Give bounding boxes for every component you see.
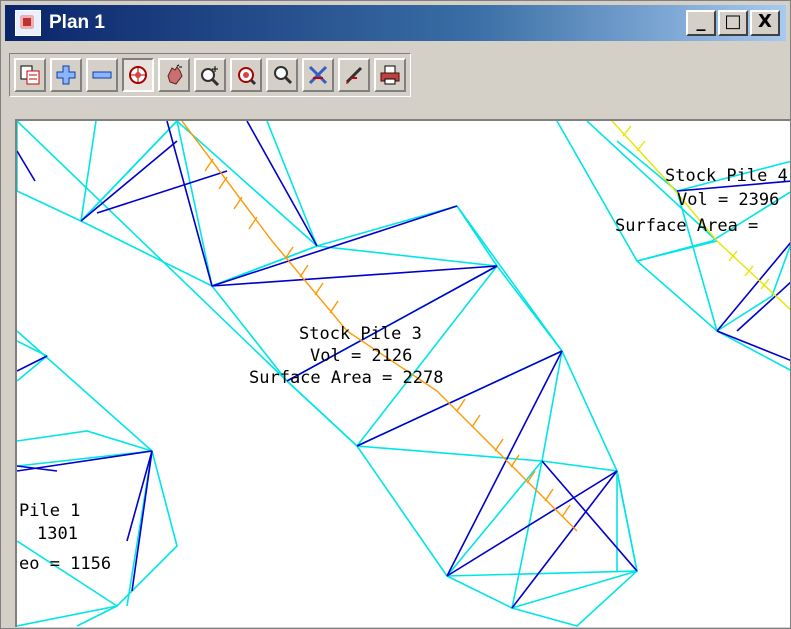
pile-right-volume-label: Vol = 2396: [677, 190, 779, 210]
zoom-in-plus-icon: [56, 65, 76, 85]
zoom-extents-icon: [129, 66, 147, 84]
toolbar: [5, 47, 786, 111]
pile-right-triangles: [556, 121, 790, 371]
close-button[interactable]: X: [750, 10, 780, 36]
title-bar[interactable]: Plan 1 _ □ X: [5, 5, 786, 41]
zoom-center-icon: [238, 67, 257, 86]
zoom-previous-button[interactable]: [266, 58, 298, 92]
clear-cross-icon: [308, 65, 328, 85]
zoom-out-minus-icon: [92, 71, 112, 79]
maximize-button[interactable]: □: [718, 10, 748, 36]
tin-drawing: Stock Pile 3 Vol = 2126 Surface Area = 2…: [17, 121, 790, 627]
pile1-volume-label: 1301: [37, 524, 78, 544]
pick-button[interactable]: [338, 58, 370, 92]
plan-window: Plan 1 _ □ X Stock Pile 3 Vol = 2126 Sur…: [0, 0, 791, 629]
print-icon: [380, 65, 400, 85]
pile1-triangles: [17, 330, 178, 627]
pile3-area-label: Surface Area = 2278: [249, 368, 443, 388]
zoom-center-button[interactable]: [230, 58, 262, 92]
minimize-button[interactable]: _: [686, 10, 716, 36]
zoom-extents-button[interactable]: [122, 58, 154, 92]
pan-button[interactable]: [158, 58, 190, 92]
plot-frame-icon: [20, 65, 40, 85]
app-icon: [15, 10, 41, 36]
pile3-name-label: Stock Pile 3: [299, 324, 422, 344]
window-title: Plan 1: [49, 12, 105, 33]
print-button[interactable]: [374, 58, 406, 92]
zoom-in-button[interactable]: [50, 58, 82, 92]
pile3-volume-label: Vol = 2126: [310, 346, 412, 366]
pile1-area-label: eo = 1156: [19, 554, 111, 574]
toolbar-group: [9, 53, 411, 97]
plot-frame-button[interactable]: [14, 58, 46, 92]
clear-button[interactable]: [302, 58, 334, 92]
pile1-name-label: Pile 1: [19, 501, 80, 521]
zoom-window-button[interactable]: [194, 58, 226, 92]
pile-right-area-label: Surface Area =: [615, 216, 758, 236]
zoom-out-button[interactable]: [86, 58, 118, 92]
pick-pen-icon: [345, 66, 363, 84]
pan-hand-icon: [167, 64, 183, 85]
zoom-previous-icon: [274, 66, 293, 85]
plan-canvas[interactable]: Stock Pile 3 Vol = 2126 Surface Area = 2…: [15, 119, 790, 627]
pile-right-name-label: Stock Pile 4: [665, 166, 788, 186]
zoom-window-icon: [201, 66, 220, 86]
